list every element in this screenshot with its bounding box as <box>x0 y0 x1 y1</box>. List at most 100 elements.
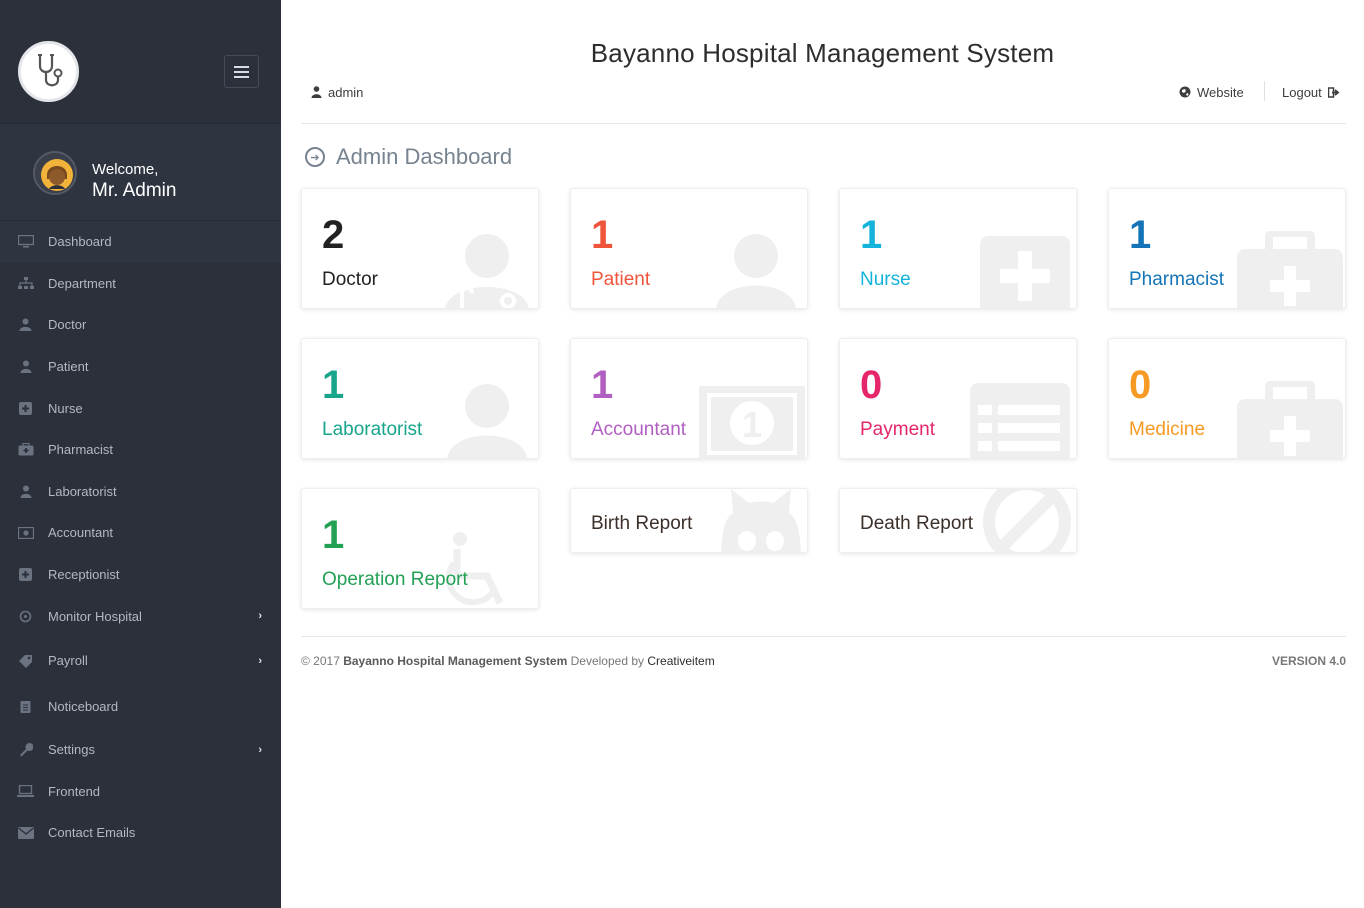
money-icon <box>17 526 34 540</box>
chevron-right-icon: › <box>258 743 262 756</box>
github-icon <box>711 489 801 552</box>
card-label: Pharmacist <box>1129 269 1225 290</box>
welcome-text: Welcome, <box>92 161 159 178</box>
sidebar-item-label: Frontend <box>48 783 101 799</box>
current-user-link[interactable]: admin <box>311 84 363 100</box>
stethoscope-logo-icon[interactable] <box>18 41 79 102</box>
sidebar-item-label: Contact Emails <box>48 825 136 841</box>
card-count: 1 <box>1129 213 1152 257</box>
card-death-report[interactable]: Death Report <box>839 488 1077 553</box>
card-count: 1 <box>591 363 614 407</box>
sidebar-user-block: Welcome, Mr. Admin <box>0 124 281 221</box>
card-doctor[interactable]: 2 Doctor <box>301 188 539 309</box>
clipboard-icon <box>17 700 34 714</box>
website-link[interactable]: Website <box>1179 84 1244 100</box>
sidebar-item-label: Monitor Hospital <box>48 608 142 624</box>
sidebar-item-label: Pharmacist <box>48 442 114 458</box>
version-label: VERSION 4.0 <box>1271 654 1346 668</box>
hamburger-icon <box>234 65 249 78</box>
card-label: Laboratorist <box>322 419 423 440</box>
card-count: 1 <box>322 363 345 407</box>
card-count: 0 <box>1129 363 1152 407</box>
sidebar-item-nurse[interactable]: Nurse <box>0 387 281 429</box>
card-label: Accountant <box>591 419 687 440</box>
money-icon: 1 <box>697 381 807 458</box>
card-birth-report[interactable]: Birth Report <box>570 488 808 553</box>
sidebar-item-label: Laboratorist <box>48 483 117 499</box>
sidebar-item-label: Receptionist <box>48 567 120 583</box>
card-accountant[interactable]: 1 1 Accountant <box>570 338 808 459</box>
user-icon <box>311 86 322 98</box>
card-label: Patient <box>591 269 651 290</box>
header-divider-line <box>301 123 1346 124</box>
sidebar-item-department[interactable]: Department <box>0 263 281 305</box>
user-name: Mr. Admin <box>92 180 177 201</box>
logout-link[interactable]: Logout <box>1282 84 1340 100</box>
sidebar-item-accountant[interactable]: Accountant <box>0 512 281 554</box>
sidebar-item-monitor-hospital[interactable]: Monitor Hospital › <box>0 595 281 637</box>
card-pharmacist[interactable]: 1 Pharmacist <box>1108 188 1346 309</box>
sun-icon <box>17 609 34 623</box>
copyright-year: © 2017 <box>301 654 340 668</box>
tag-icon <box>17 654 34 668</box>
card-count: 1 <box>322 513 345 557</box>
sidebar-item-noticeboard[interactable]: Noticeboard <box>0 685 281 729</box>
card-label: Payment <box>860 419 935 440</box>
sidebar-item-label: Doctor <box>48 317 87 333</box>
card-label: Death Report <box>860 513 974 534</box>
user-icon <box>17 484 34 498</box>
plus-square-icon <box>17 401 34 415</box>
desktop-icon <box>17 235 34 249</box>
card-laboratorist[interactable]: 1 Laboratorist <box>301 338 539 459</box>
card-label: Nurse <box>860 269 911 290</box>
card-payment[interactable]: 0 Payment <box>839 338 1077 459</box>
user-icon <box>17 360 34 374</box>
sidebar-toggle-button[interactable] <box>224 55 259 88</box>
footer-developed-by: Developed by <box>570 654 645 668</box>
sidebar-item-label: Accountant <box>48 525 114 541</box>
ban-icon <box>980 489 1071 552</box>
user-icon <box>442 381 532 458</box>
footer-system-name: Bayanno Hospital Management System <box>343 654 568 668</box>
card-patient[interactable]: 1 Patient <box>570 188 808 309</box>
sidebar-item-receptionist[interactable]: Receptionist <box>0 554 281 596</box>
sidebar-item-label: Payroll <box>48 653 88 669</box>
sidebar-item-settings[interactable]: Settings › <box>0 729 281 771</box>
sidebar-item-frontend[interactable]: Frontend <box>0 771 281 813</box>
sidebar-item-laboratorist[interactable]: Laboratorist <box>0 471 281 513</box>
footer-copyright: © 2017 Bayanno Hospital Management Syste… <box>301 654 715 668</box>
user-md-icon <box>442 231 532 308</box>
sidebar-item-contact-emails[interactable]: Contact Emails <box>0 812 281 854</box>
sidebar-item-label: Settings <box>48 742 95 758</box>
list-alt-icon <box>970 381 1070 458</box>
sidebar-item-payroll[interactable]: Payroll › <box>0 637 281 685</box>
sidebar-item-pharmacist[interactable]: Pharmacist <box>0 429 281 471</box>
card-label: Doctor <box>322 269 378 290</box>
sidebar-item-label: Nurse <box>48 400 83 416</box>
svg-text:1: 1 <box>742 404 762 445</box>
medkit-icon <box>17 443 34 457</box>
main-content: Bayanno Hospital Management System admin… <box>281 0 1364 908</box>
sidebar-item-doctor[interactable]: Doctor <box>0 304 281 346</box>
sidebar-item-patient[interactable]: Patient <box>0 346 281 388</box>
card-medicine[interactable]: 0 Medicine <box>1108 338 1346 459</box>
website-label: Website <box>1197 84 1244 100</box>
current-user-label: admin <box>328 84 364 100</box>
globe-icon <box>1179 86 1191 98</box>
logout-label: Logout <box>1282 84 1322 100</box>
laptop-icon <box>17 784 34 798</box>
chevron-right-icon: › <box>258 654 262 667</box>
plus-square-icon <box>980 231 1070 308</box>
user-md-icon <box>17 318 34 332</box>
dashboard-title: Admin Dashboard <box>336 144 513 169</box>
medkit-icon <box>1235 229 1345 308</box>
plus-square-icon <box>17 568 34 582</box>
header-divider <box>1264 81 1265 101</box>
card-operation-report[interactable]: 1 Operation Report <box>301 488 539 609</box>
arrow-circle-right-icon: ➔ <box>305 147 325 167</box>
developer-link[interactable]: Creativeitem <box>647 654 714 668</box>
sidebar-item-dashboard[interactable]: Dashboard <box>0 221 281 263</box>
sidebar-logo-bar <box>0 0 281 124</box>
footer-divider <box>301 636 1346 637</box>
card-nurse[interactable]: 1 Nurse <box>839 188 1077 309</box>
